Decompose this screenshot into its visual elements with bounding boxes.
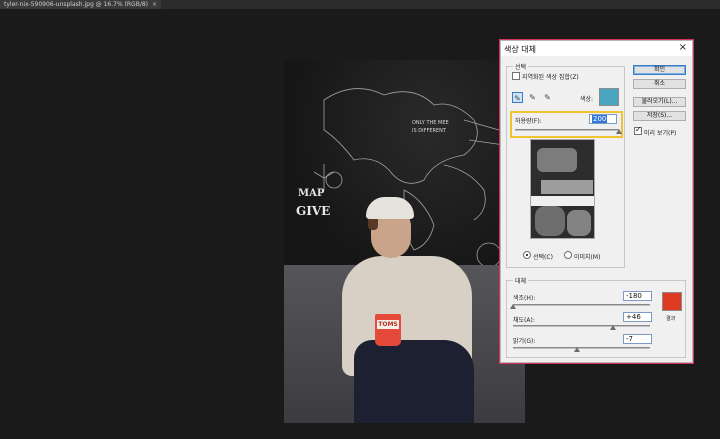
image-radio[interactable] xyxy=(564,251,572,259)
fuzziness-label: 허용량(F): xyxy=(515,118,542,125)
lightness-label: 밝기(G): xyxy=(513,338,536,345)
hue-slider-track[interactable] xyxy=(513,304,650,306)
result-color-swatch[interactable] xyxy=(662,292,682,311)
image-radio-label: 이미지(M) xyxy=(574,254,601,261)
fuzziness-value: 200 xyxy=(592,115,608,123)
cup-brand-label: TOMS xyxy=(377,320,399,329)
preview-label: 미리 보기(P) xyxy=(644,130,677,137)
document-tab-bar: tyler-nix-590906-unsplash.jpg @ 16.7% (R… xyxy=(0,0,720,9)
chalk-text-line2: IS DIFFERENT xyxy=(412,128,446,134)
preview-mask-area xyxy=(567,210,591,236)
hue-input[interactable]: -180 xyxy=(623,291,652,301)
load-button[interactable]: 불러오기(L)... xyxy=(633,97,686,107)
replacement-group-label: 대체 xyxy=(513,276,529,285)
document-canvas[interactable]: MAP GIVE ONLY THE MEE IS DIFFERENT TOMS xyxy=(284,60,525,423)
eyedropper-plus-icon[interactable]: ✎ xyxy=(527,92,538,103)
saturation-input[interactable]: +46 xyxy=(623,312,652,322)
preview-mask-area xyxy=(541,180,593,194)
preview-mask-area xyxy=(535,206,565,236)
preview-checkbox[interactable] xyxy=(634,125,642,135)
saturation-slider-thumb[interactable] xyxy=(610,325,616,330)
selection-preview xyxy=(530,139,595,239)
result-label: 결과 xyxy=(666,316,676,322)
eyedropper-minus-icon[interactable]: ✎ xyxy=(542,92,553,103)
chalk-text-map: MAP xyxy=(298,188,325,199)
lightness-slider-thumb[interactable] xyxy=(574,347,581,352)
close-icon[interactable]: × xyxy=(679,42,687,53)
hue-slider-thumb[interactable] xyxy=(510,304,516,309)
selection-radio-label: 선택(C) xyxy=(533,254,553,261)
save-button[interactable]: 저장(S)... xyxy=(633,111,686,121)
dialog-titlebar[interactable]: 색상 대체 × xyxy=(501,41,692,56)
localized-clusters-checkbox[interactable] xyxy=(512,72,520,80)
chalk-text-line1: ONLY THE MEE xyxy=(412,120,449,126)
saturation-label: 채도(A): xyxy=(513,317,535,324)
coffee-cup: TOMS xyxy=(375,314,401,346)
close-tab-icon[interactable]: × xyxy=(152,1,157,8)
preview-mask-band xyxy=(531,196,594,206)
selection-group-label: 선택 xyxy=(513,62,529,71)
document-tab-title: tyler-nix-590906-unsplash.jpg @ 16.7% (R… xyxy=(4,1,149,8)
fuzziness-input[interactable]: 200 xyxy=(589,114,617,124)
eyedropper-icon[interactable]: ✎ xyxy=(512,92,523,103)
color-label: 색상: xyxy=(580,96,594,103)
selection-color-swatch[interactable] xyxy=(599,88,619,106)
saturation-slider-track[interactable] xyxy=(513,325,650,327)
person-cap xyxy=(366,197,414,219)
selection-radio[interactable] xyxy=(523,251,531,259)
localized-clusters-label: 지역화된 색상 집합(Z) xyxy=(522,74,579,81)
fuzziness-slider-track[interactable] xyxy=(515,129,619,131)
hue-label: 색조(H): xyxy=(513,295,536,302)
dialog-title: 색상 대체 xyxy=(504,45,536,54)
chalk-text-give: GIVE xyxy=(296,204,331,218)
lightness-slider-track[interactable] xyxy=(513,347,650,349)
document-tab[interactable]: tyler-nix-590906-unsplash.jpg @ 16.7% (R… xyxy=(0,0,162,9)
lightness-input[interactable]: -7 xyxy=(623,334,652,344)
preview-mask-area xyxy=(537,148,577,172)
cancel-button[interactable]: 취소 xyxy=(633,79,686,89)
fuzziness-slider-thumb[interactable] xyxy=(616,129,622,134)
person-jeans xyxy=(354,340,474,423)
ok-button[interactable]: 확인 xyxy=(633,65,686,75)
